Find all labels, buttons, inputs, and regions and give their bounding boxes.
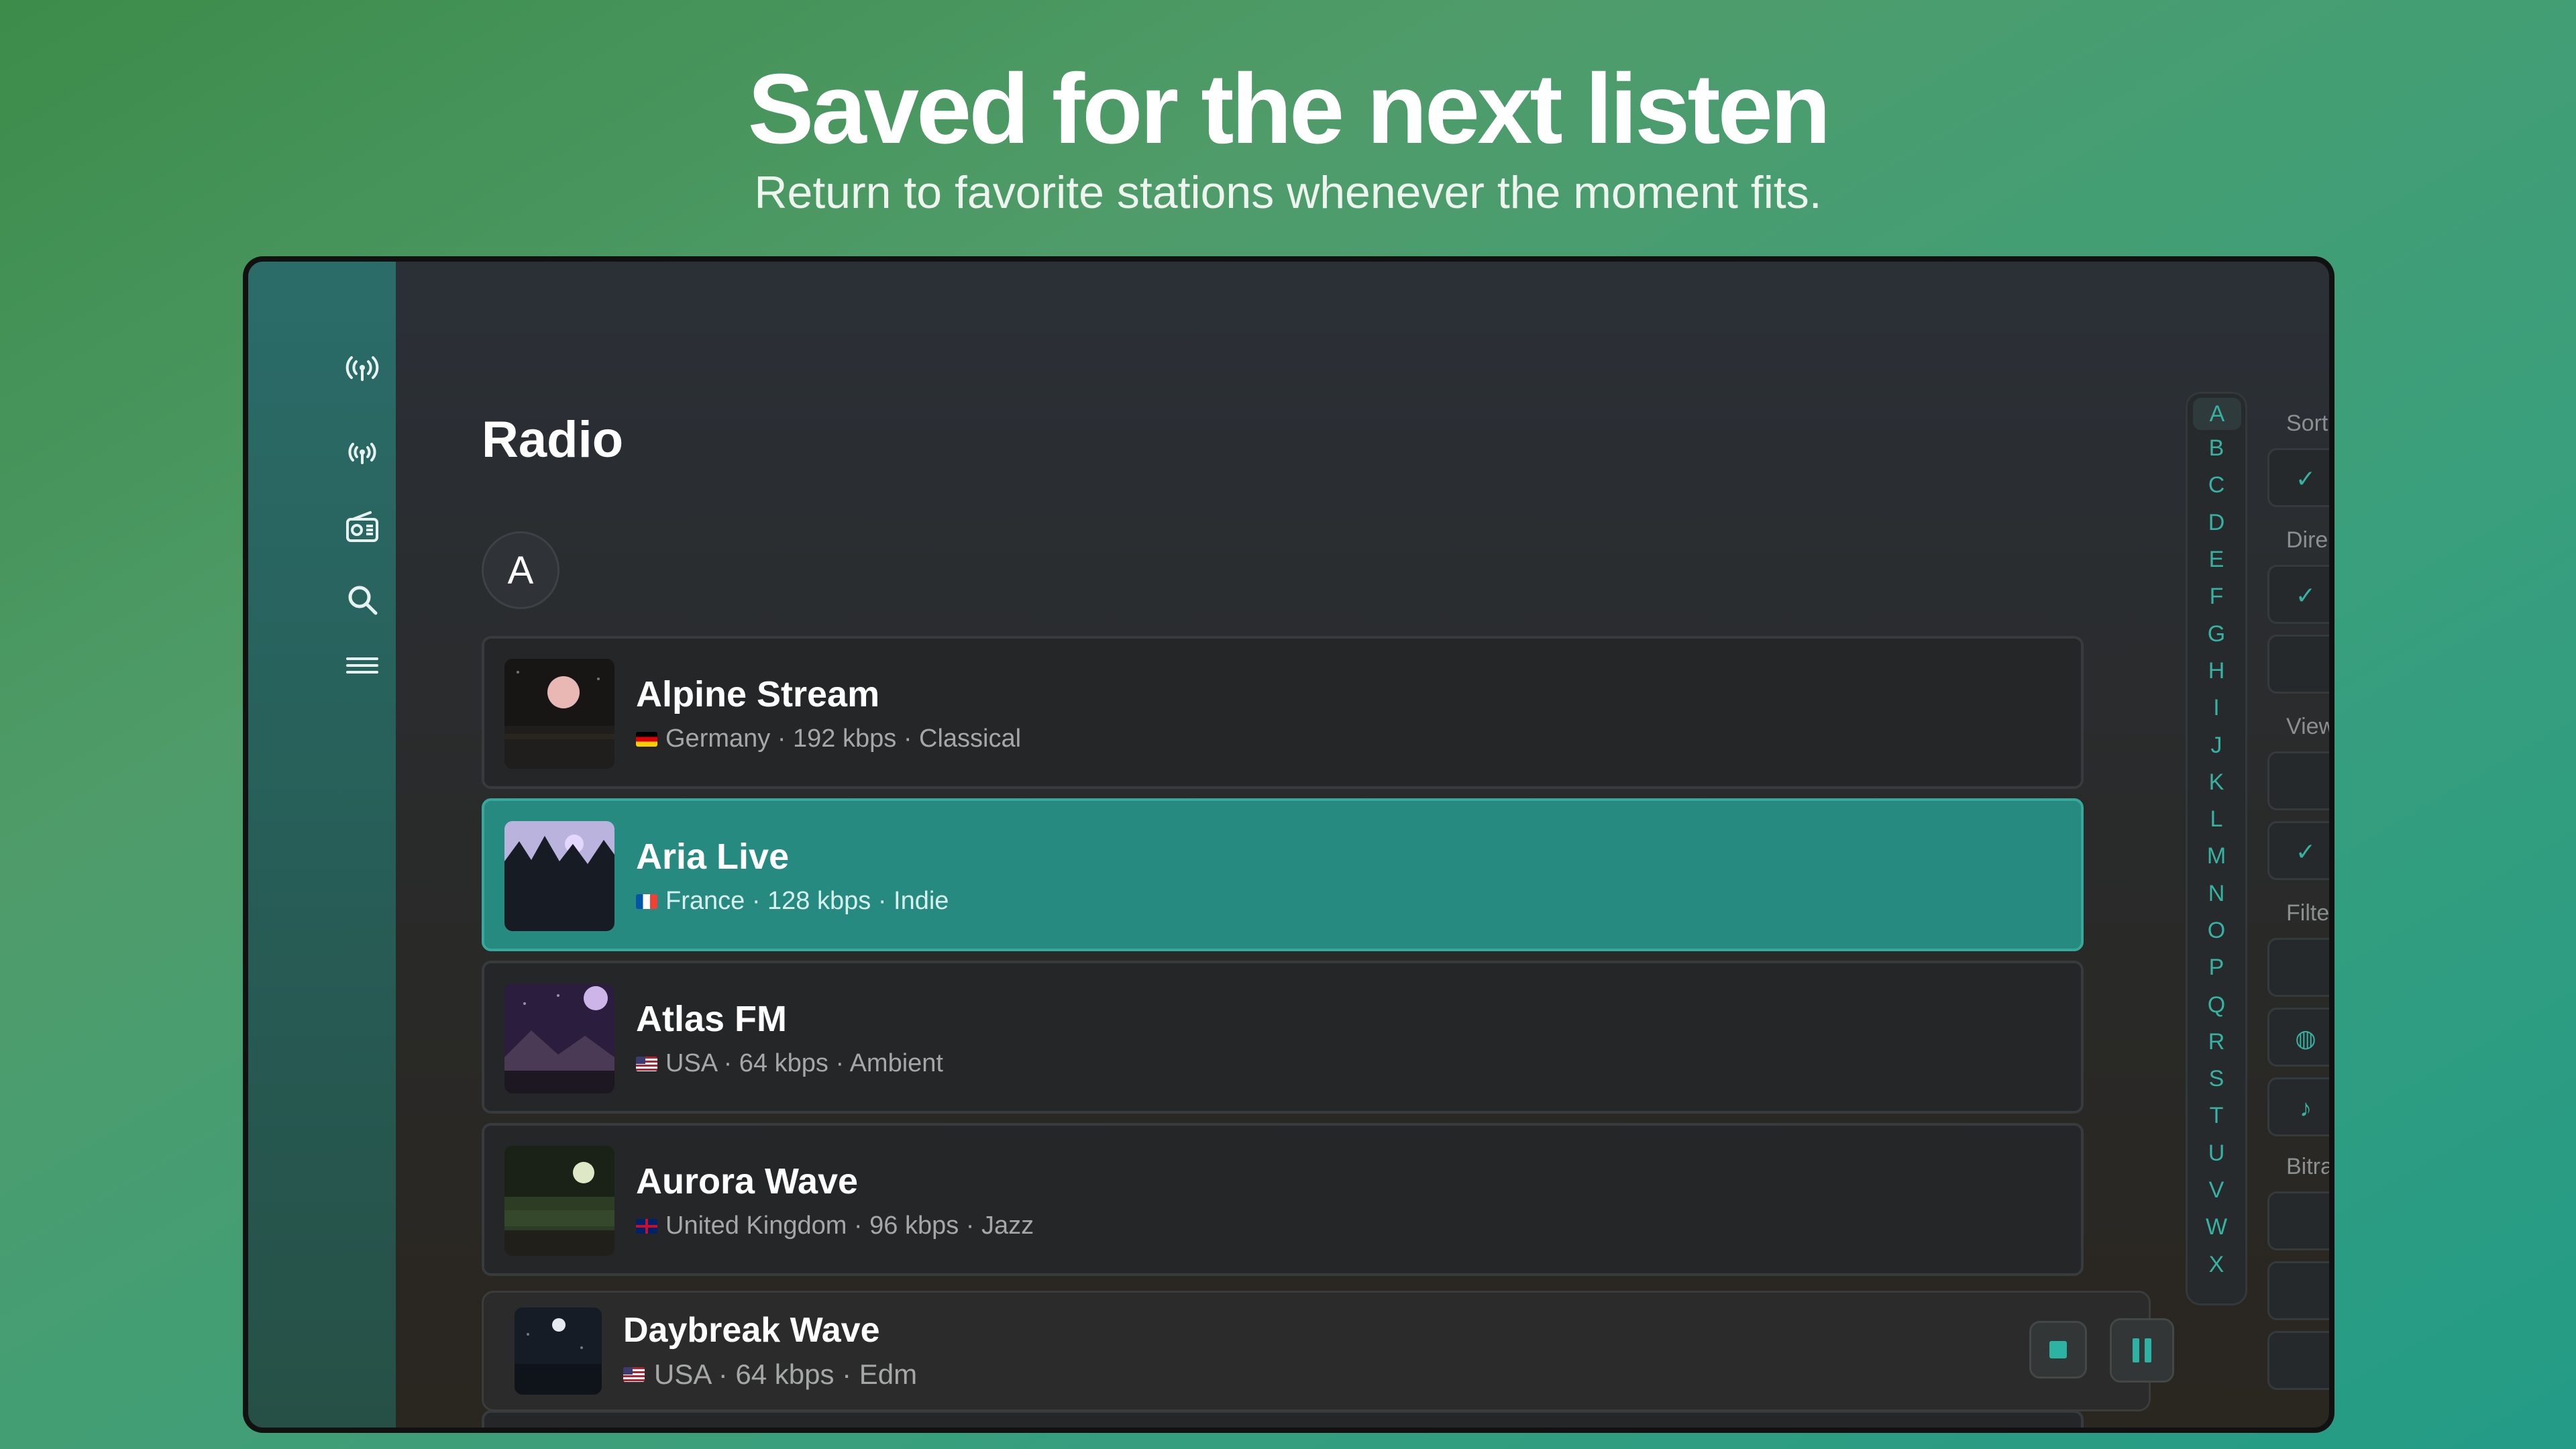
antenna-icon[interactable] [342,433,382,474]
device-frame: Radio A Alpine Stream Germany · 192 kbps… [243,256,2334,1433]
alphabet-letter-v[interactable]: V [2188,1172,2245,1209]
station-artwork [504,821,614,931]
alphabet-letter-h[interactable]: H [2188,653,2245,690]
alphabet-letter-a[interactable]: A [2193,398,2241,430]
promo-headline: Saved for the next listen [747,54,1831,164]
stop-icon [2049,1341,2067,1358]
music-note-icon: ♪ [2300,1094,2312,1122]
now-playing-details: USA · 64 kbps · Edm [623,1358,917,1391]
filter-genre-option[interactable]: ♪G [2267,1077,2329,1136]
station-name: Atlas FM [636,999,788,1039]
direction-option-asc[interactable]: ✓A [2267,565,2329,624]
station-row-alpine-stream[interactable]: Alpine Stream Germany · 192 kbps · Class… [482,636,2084,789]
globe-icon: ◍ [2295,1024,2316,1052]
station-row-atlas-fm[interactable]: Atlas FM USA · 64 kbps · Ambient [482,961,2084,1114]
bitrate-option-1[interactable]: 6 [2267,1191,2329,1250]
alphabet-letter-c[interactable]: C [2188,467,2245,504]
alphabet-letter-d[interactable]: D [2188,504,2245,541]
alphabet-letter-f[interactable]: F [2188,578,2245,615]
station-row-aria-live[interactable]: Aria Live France · 128 kbps · Indie [482,798,2084,951]
sort-label: Sort [2286,411,2328,436]
view-option-grid[interactable]: G [2267,751,2329,810]
radio-icon[interactable] [342,507,382,547]
station-artwork [504,659,614,769]
usa-flag-icon [636,1056,657,1071]
alphabet-letter-l[interactable]: L [2188,801,2245,838]
view-option-list[interactable]: ✓L [2267,821,2329,880]
pause-button[interactable] [2110,1318,2174,1383]
page-title: Radio [482,411,624,468]
direction-label: Dire [2286,527,2328,553]
alphabet-letter-i[interactable]: I [2188,690,2245,727]
station-artwork [504,983,614,1093]
bitrate-label: Bitra [2286,1154,2329,1179]
alphabet-letter-b[interactable]: B [2188,430,2245,467]
bitrate-option-3[interactable]: 1 [2267,1331,2329,1390]
sidebar [248,262,396,1428]
usa-flag-icon [623,1367,645,1382]
alphabet-index[interactable]: ABCDEFGHIJKLMNOPQRSTUVWX [2186,392,2247,1305]
station-details: France · 128 kbps · Indie [636,887,949,916]
alphabet-letter-r[interactable]: R [2188,1024,2245,1061]
alphabet-letter-j[interactable]: J [2188,727,2245,763]
filter-country-option[interactable]: ◍C [2267,1008,2329,1067]
now-playing-artwork [515,1307,602,1395]
section-header-letter: A [482,531,559,609]
station-name: Alpine Stream [636,674,880,714]
alphabet-letter-q[interactable]: Q [2188,986,2245,1023]
menu-icon[interactable] [342,645,382,686]
app-screen: Radio A Alpine Stream Germany · 192 kbps… [248,262,2329,1428]
broadcast-icon[interactable] [342,349,382,389]
station-name: Aria Live [636,837,790,877]
alphabet-letter-k[interactable]: K [2188,764,2245,801]
sort-option[interactable]: ✓T [2267,448,2329,507]
station-name: Aurora Wave [636,1161,859,1201]
search-icon[interactable] [342,580,382,620]
alphabet-letter-w[interactable]: W [2188,1209,2245,1246]
alphabet-letter-u[interactable]: U [2188,1135,2245,1172]
germany-flag-icon [636,731,657,747]
now-playing-bar[interactable]: Daybreak Wave USA · 64 kbps · Edm [482,1291,2174,1411]
alphabet-letter-g[interactable]: G [2188,615,2245,652]
station-row-aurora-wave[interactable]: Aurora Wave United Kingdom · 96 kbps · J… [482,1123,2084,1276]
direction-option-desc[interactable]: D [2267,635,2329,694]
alphabet-letter-o[interactable]: O [2188,912,2245,949]
filter-label: Filte [2286,900,2329,926]
alphabet-letter-x[interactable]: X [2188,1246,2245,1283]
alphabet-letter-s[interactable]: S [2188,1061,2245,1097]
stop-button[interactable] [2029,1321,2087,1379]
alphabet-letter-e[interactable]: E [2188,541,2245,578]
alphabet-letter-m[interactable]: M [2188,838,2245,875]
view-label: View [2286,714,2329,739]
station-details: USA · 64 kbps · Ambient [636,1049,943,1078]
options-panel: Sort ✓T Dire ✓A D View G ✓L Filte F ◍C ♪… [2258,262,2329,1428]
filter-option[interactable]: F [2267,938,2329,997]
now-playing-title: Daybreak Wave [623,1311,880,1350]
station-row-partial [482,1410,2084,1428]
uk-flag-icon [636,1218,657,1234]
france-flag-icon [636,894,657,909]
station-details: United Kingdom · 96 kbps · Jazz [636,1212,1034,1240]
promo-subheadline: Return to favorite stations whenever the… [754,167,1822,218]
alphabet-letter-n[interactable]: N [2188,875,2245,912]
station-artwork [504,1146,614,1256]
station-details: Germany · 192 kbps · Classical [636,724,1021,753]
alphabet-letter-p[interactable]: P [2188,949,2245,986]
bitrate-option-2[interactable]: 9 [2267,1261,2329,1320]
alphabet-letter-t[interactable]: T [2188,1097,2245,1134]
pause-icon [2133,1338,2151,1362]
